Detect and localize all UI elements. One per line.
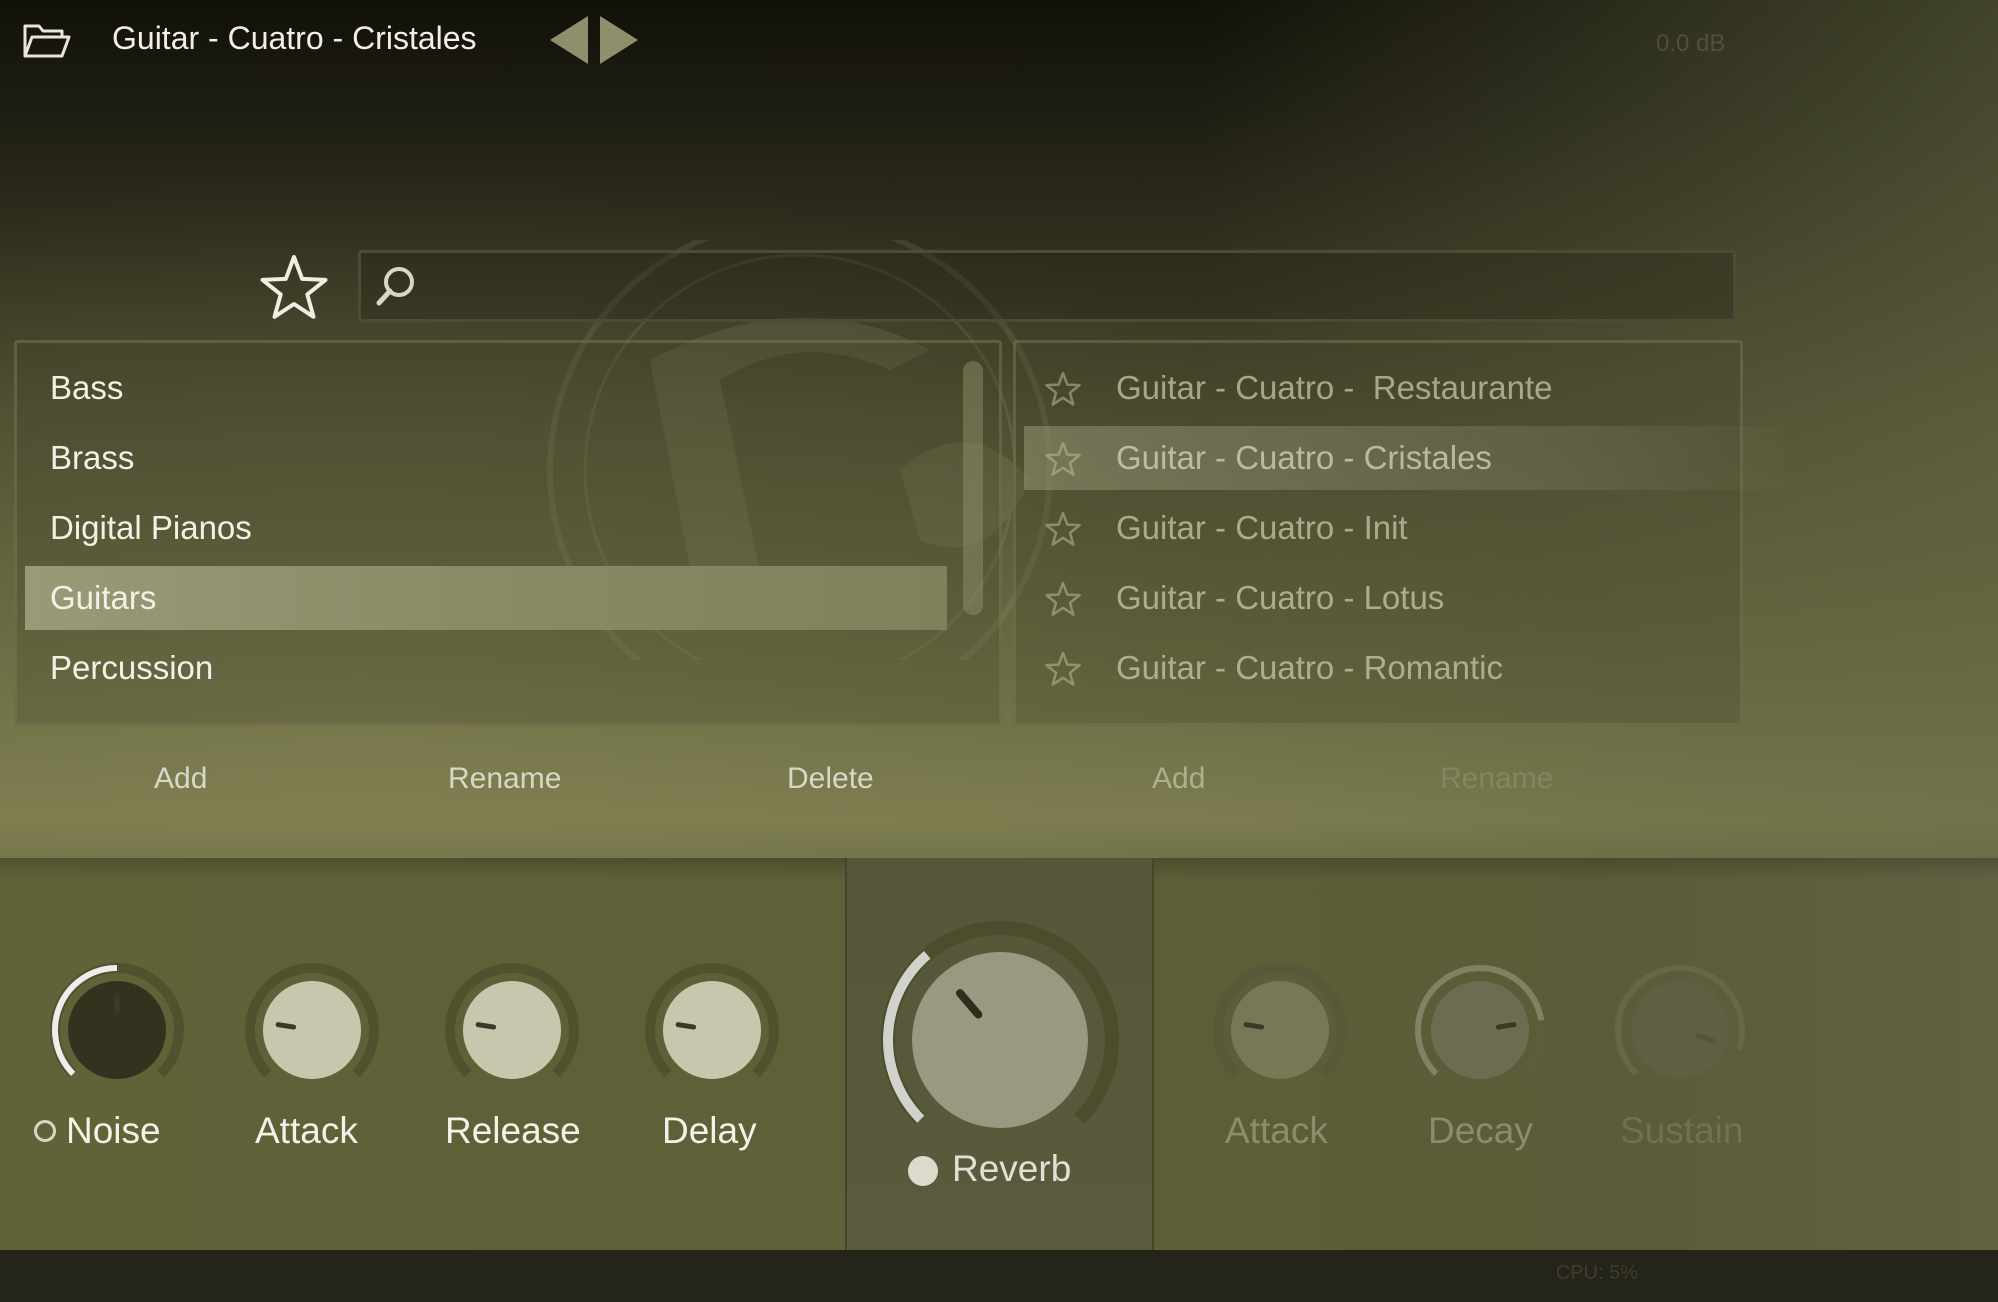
knob-pointer <box>1243 1022 1265 1030</box>
preset-item-label: Guitar - Cuatro - Init <box>1116 509 1408 546</box>
favorite-star-icon[interactable] <box>1044 440 1082 478</box>
category-item-bass[interactable]: Bass <box>25 356 947 420</box>
previous-preset-icon[interactable] <box>548 14 590 66</box>
knob-body <box>663 981 761 1079</box>
favorite-star-icon[interactable] <box>1044 370 1082 408</box>
release-label: Release <box>445 1110 581 1151</box>
knob-pointer <box>475 1022 497 1030</box>
category-item-digital-pianos[interactable]: Digital Pianos <box>25 496 947 560</box>
delay-knob[interactable] <box>637 955 787 1105</box>
envelope-decay-label: Decay <box>1428 1110 1533 1151</box>
search-icon <box>376 267 414 306</box>
envelope-decay-knob[interactable] <box>1405 955 1555 1105</box>
preset-item[interactable]: Guitar - Cuatro - Restaurante <box>1024 356 1784 420</box>
preset-item-label: Guitar - Cuatro - Romantic <box>1116 649 1503 686</box>
category-list: Bass Brass Digital Pianos Guitars Percus… <box>14 340 1002 726</box>
envelope-attack-knob[interactable] <box>1205 955 1355 1105</box>
add-preset-button[interactable]: Add <box>1152 762 1205 796</box>
favorite-star-icon[interactable] <box>1044 580 1082 618</box>
add-category-button[interactable]: Add <box>154 762 207 796</box>
category-item-guitars[interactable]: Guitars <box>25 566 947 630</box>
knob-pointer <box>275 1022 297 1030</box>
noise-knob[interactable] <box>42 955 192 1105</box>
envelope-sustain-knob[interactable] <box>1605 955 1755 1105</box>
knob-body <box>1231 981 1329 1079</box>
knob-body <box>1431 981 1529 1079</box>
knob-pointer <box>1495 1022 1517 1030</box>
knob-body <box>1631 981 1729 1079</box>
reverb-toggle[interactable] <box>908 1156 938 1186</box>
preset-item-label: Guitar - Cuatro - Cristales <box>1116 439 1492 476</box>
noise-toggle[interactable] <box>34 1120 56 1142</box>
favorite-star-icon[interactable] <box>1044 650 1082 688</box>
category-scrollbar[interactable] <box>963 361 983 615</box>
preset-item[interactable]: Guitar - Cuatro - Lotus <box>1024 566 1784 630</box>
preset-item[interactable]: Guitar - Cuatro - Init <box>1024 496 1784 560</box>
category-item-percussion[interactable]: Percussion <box>25 636 947 700</box>
reverb-knob[interactable] <box>870 910 1130 1170</box>
release-knob[interactable] <box>437 955 587 1105</box>
envelope-sustain-label: Sustain <box>1620 1110 1744 1151</box>
noise-label: Noise <box>66 1110 161 1151</box>
preset-item-label: Guitar - Cuatro - Lotus <box>1116 579 1445 616</box>
attack-knob[interactable] <box>237 955 387 1105</box>
favorites-filter-star-icon[interactable] <box>258 252 330 324</box>
cpu-readout: CPU: 5% <box>1555 1262 1638 1284</box>
preset-list: Guitar - Cuatro - Restaurante Guitar - C… <box>1013 340 1784 726</box>
folder-open-icon[interactable] <box>22 20 72 60</box>
search-input[interactable] <box>431 261 1725 315</box>
knob-body <box>912 952 1088 1128</box>
delete-category-button[interactable]: Delete <box>787 762 874 796</box>
current-preset-name[interactable]: Guitar - Cuatro - Cristales <box>112 20 477 57</box>
delay-label: Delay <box>662 1110 757 1151</box>
knob-body <box>463 981 561 1079</box>
preset-item-label: Guitar - Cuatro - Restaurante <box>1116 369 1553 406</box>
knob-pointer <box>675 1022 697 1030</box>
knob-body <box>263 981 361 1079</box>
rename-category-button[interactable]: Rename <box>448 762 561 796</box>
envelope-attack-label: Attack <box>1225 1110 1328 1151</box>
rename-preset-button[interactable]: Rename <box>1440 762 1553 796</box>
next-preset-icon[interactable] <box>598 14 640 66</box>
plugin-window: Guitar - Cuatro - Cristales 0.0 dB Bass … <box>0 0 1998 1302</box>
reverb-label: Reverb <box>952 1148 1072 1189</box>
status-bar <box>0 1250 1998 1302</box>
favorite-star-icon[interactable] <box>1044 510 1082 548</box>
search-box[interactable] <box>358 250 1736 322</box>
preset-item-selected[interactable]: Guitar - Cuatro - Cristales <box>1024 426 1784 490</box>
attack-label: Attack <box>255 1110 358 1151</box>
preset-item[interactable]: Guitar - Cuatro - Romantic <box>1024 636 1784 700</box>
category-item-brass[interactable]: Brass <box>25 426 947 490</box>
output-level-readout: 0.0 dB <box>1656 30 1726 57</box>
